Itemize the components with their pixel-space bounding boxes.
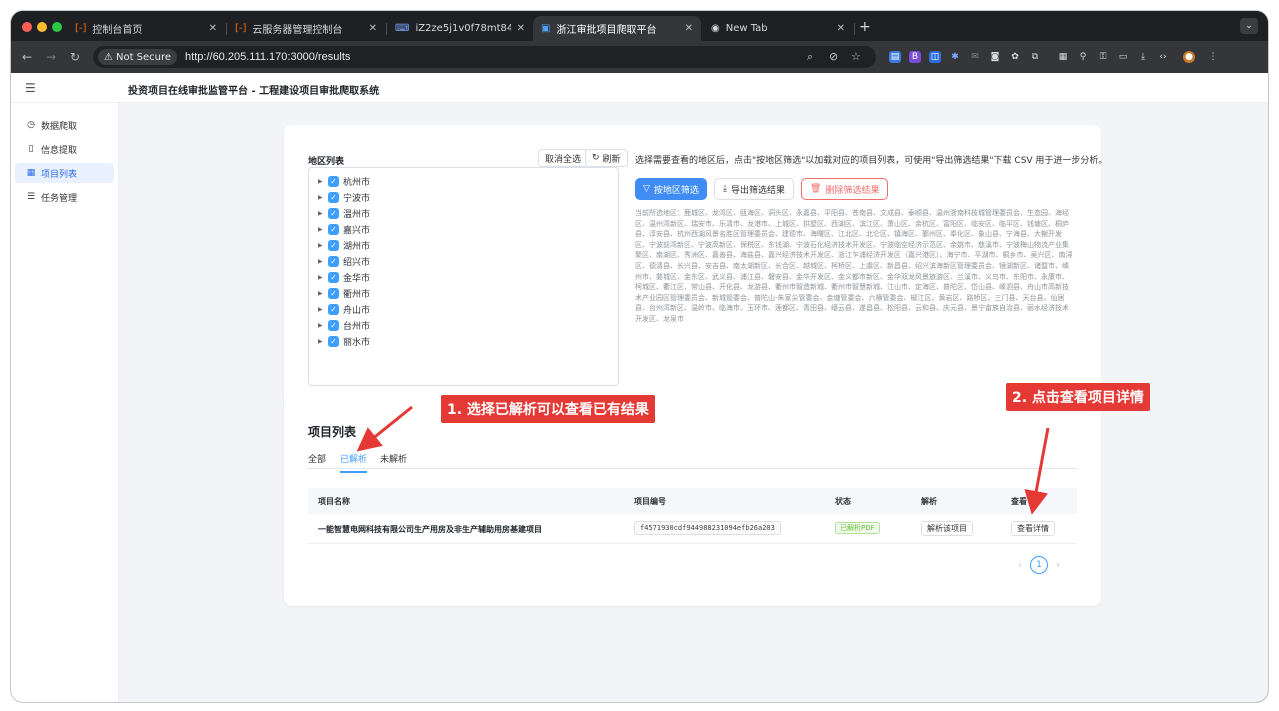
web-app: ☰ 投资项目在线审批监管平台 - 工程建设项目审批爬取系统 ◷ 数据爬取 ▯ 信… — [11, 73, 1268, 702]
tab-title: 浙江审批项目爬取平台 — [556, 25, 657, 36]
url-text[interactable]: http://60.205.111.170:3000/results — [185, 51, 350, 63]
eye-off-icon[interactable]: ⊘ — [829, 50, 838, 63]
tab-search-icon[interactable]: ⌄ — [1240, 18, 1258, 34]
browser-tab-new-tab[interactable]: ◉ New Tab ✕ — [703, 16, 853, 41]
puzzle-icon[interactable]: ⧉ — [1029, 51, 1041, 63]
reload-icon[interactable]: ↻ — [70, 49, 80, 65]
chrome-icon: ◉ — [711, 23, 720, 34]
maximize-window-button[interactable] — [52, 22, 62, 32]
close-tab-icon[interactable]: ✕ — [209, 23, 217, 34]
key-icon[interactable]: ⚿ — [1097, 51, 1109, 63]
annotation-arrows — [356, 405, 1050, 515]
minimize-window-button[interactable] — [37, 22, 47, 32]
card-icon[interactable]: ▭ — [1117, 51, 1129, 63]
aliyun-icon: [-] — [235, 23, 247, 34]
download-icon[interactable]: ⤓ — [1137, 51, 1149, 63]
warning-icon: ⚠ — [104, 51, 113, 63]
extension-icon[interactable]: B — [909, 51, 921, 63]
translate-icon[interactable]: ⚲ — [1077, 51, 1089, 63]
browser-window: [-] 控制台首页 ✕ [-] 云服务器管理控制台 ✕ ⌨ iZ2ze5j1v0… — [11, 11, 1268, 702]
tab-title: 控制台首页 — [92, 25, 143, 36]
bookmark-star-icon[interactable]: ☆ — [851, 50, 861, 63]
extension-icon[interactable]: ✿ — [1009, 51, 1021, 63]
more-menu-icon[interactable]: ⋮ — [1207, 51, 1219, 63]
browser-tab-console-home[interactable]: [-] 控制台首页 ✕ — [67, 16, 225, 41]
terminal-icon: ⌨ — [395, 23, 410, 34]
extension-icon[interactable]: ◫ — [929, 51, 941, 63]
browser-tab-terminal[interactable]: ⌨ iZ2ze5j1v0f78mt84weu1qZ - ✕ — [387, 16, 533, 41]
app-icon: ▣ — [541, 23, 551, 34]
close-tab-icon[interactable]: ✕ — [369, 23, 377, 34]
close-tab-icon[interactable]: ✕ — [685, 23, 693, 34]
zoom-icon[interactable]: ⌕ — [807, 50, 813, 64]
reading-list-icon[interactable]: ▦ — [1057, 51, 1069, 63]
devtools-icon[interactable]: ‹› — [1157, 51, 1169, 63]
close-tab-icon[interactable]: ✕ — [837, 23, 845, 34]
tab-strip: [-] 控制台首页 ✕ [-] 云服务器管理控制台 ✕ ⌨ iZ2ze5j1v0… — [11, 11, 1268, 41]
security-label: Not Secure — [115, 51, 172, 63]
extension-icon[interactable]: ▤ — [889, 51, 901, 63]
extension-icon[interactable]: ✉ — [969, 51, 981, 63]
browser-tab-crawler-platform[interactable]: ▣ 浙江审批项目爬取平台 ✕ — [533, 16, 701, 41]
back-icon[interactable]: ← — [22, 49, 32, 65]
close-tab-icon[interactable]: ✕ — [517, 23, 525, 34]
arrow-to-view-details — [1024, 427, 1050, 515]
arrow-to-parsed-tab — [356, 405, 413, 452]
browser-tab-ecs-console[interactable]: [-] 云服务器管理控制台 ✕ — [227, 16, 385, 41]
security-chip[interactable]: ⚠ Not Secure — [98, 49, 178, 65]
address-bar[interactable]: ⚠ Not Secure http://60.205.111.170:3000/… — [93, 46, 876, 68]
profile-avatar[interactable]: ● — [1183, 51, 1195, 63]
tab-title: 云服务器管理控制台 — [252, 25, 343, 36]
close-window-button[interactable] — [22, 22, 32, 32]
tab-title: New Tab — [725, 23, 768, 34]
forward-icon[interactable]: → — [46, 49, 56, 65]
browser-toolbar: ← → ↻ ⚠ Not Secure http://60.205.111.170… — [11, 41, 1268, 73]
tab-title: iZ2ze5j1v0f78mt84weu1qZ - — [415, 23, 511, 34]
extension-icon[interactable]: ✱ — [949, 51, 961, 63]
new-tab-button[interactable]: + — [859, 20, 871, 34]
aliyun-icon: [-] — [75, 23, 87, 34]
camera-icon[interactable]: ◙ — [989, 51, 1001, 63]
